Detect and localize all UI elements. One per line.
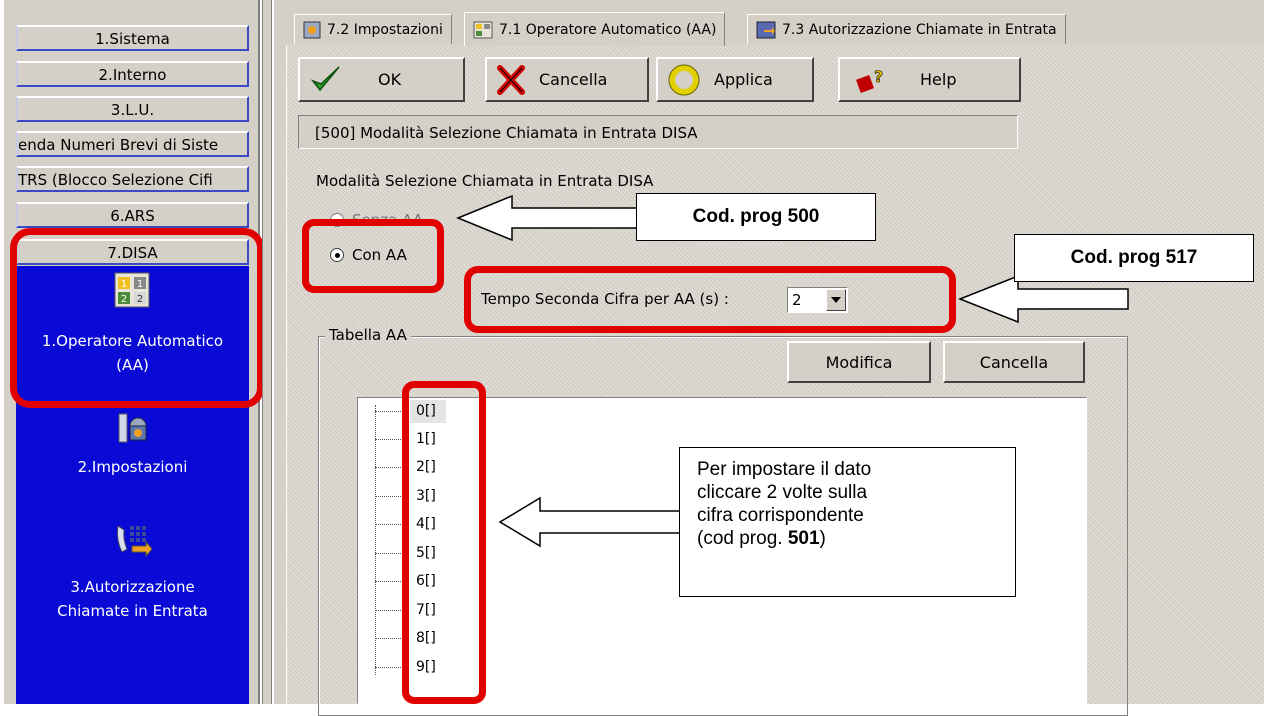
tree-connector (375, 467, 403, 468)
sidebar-item-label: 3.Autorizzazione (70, 578, 195, 596)
ok-button[interactable]: OK (298, 57, 465, 102)
sidebar-item-incoming-calls[interactable]: 3.Autorizzazione Chiamate in Entrata (16, 520, 249, 630)
tree-connector (375, 411, 403, 412)
sidebar-item-label: Chiamate in Entrata (57, 602, 208, 620)
nav-trs[interactable]: TRS (Blocco Selezione Cifi (16, 166, 249, 192)
instruction-prefix: (cod prog. (697, 528, 788, 549)
nav-sistema[interactable]: 1.Sistema (16, 25, 249, 51)
tree-line-vertical (375, 405, 376, 675)
splitter[interactable] (262, 0, 272, 704)
instruction-line: cliccare 2 volte sulla (697, 482, 868, 503)
auto-operator-icon (473, 21, 493, 38)
sidebar-item-settings[interactable]: 2.Impostazioni (16, 410, 249, 490)
mode-label: Modalità Selezione Chiamata in Entrata D… (316, 172, 654, 190)
settings-icon (118, 413, 147, 443)
ok-label: OK (378, 70, 402, 89)
nav-label: enda Numeri Brevi di Siste (18, 136, 219, 154)
tree-connector (375, 524, 403, 525)
nav-ars[interactable]: 6.ARS (16, 202, 249, 228)
nav-label: 1.Sistema (95, 30, 170, 48)
highlight-con-aa (302, 219, 444, 293)
tab-operatore-automatico[interactable]: 7.1 Operatore Automatico (AA) (464, 12, 726, 46)
apply-ring-icon (668, 64, 700, 95)
incoming-call-icon (756, 21, 776, 38)
table-cancel-button[interactable]: Cancella (943, 341, 1085, 383)
incoming-call-icon (117, 525, 152, 558)
instruction-line: (cod prog. 501) (697, 527, 1015, 550)
close-icon (497, 64, 525, 95)
tree-connector (375, 638, 403, 639)
tree-connector (375, 667, 403, 668)
apply-label: Applica (714, 70, 773, 89)
settings-icon (303, 21, 321, 38)
nav-interno[interactable]: 2.Interno (16, 61, 249, 87)
help-label: Help (920, 70, 957, 89)
nav-lu[interactable]: 3.L.U. (16, 96, 249, 122)
tab-label: 7.1 Operatore Automatico (AA) (499, 21, 717, 38)
cancel-button[interactable]: Cancella (485, 57, 649, 102)
modify-label: Modifica (825, 352, 893, 372)
instruction-line: cifra corrispondente (697, 505, 864, 526)
arrow-left-icon (498, 496, 697, 548)
tree-connector (375, 553, 403, 554)
nav-label: 2.Interno (98, 66, 167, 84)
tree-connector (375, 439, 403, 440)
highlight-second-digit (464, 266, 956, 333)
arrow-left-icon (456, 194, 655, 242)
highlight-tree-digits (402, 381, 486, 704)
description-field: [500] Modalità Selezione Chiamata in Ent… (298, 115, 1018, 149)
checkmark-icon (310, 65, 340, 91)
description-text: [500] Modalità Selezione Chiamata in Ent… (315, 124, 698, 142)
help-button[interactable]: ? Help (838, 57, 1021, 102)
sidebar-item-label: 2.Impostazioni (77, 458, 188, 476)
instruction-suffix: ) (819, 528, 826, 549)
nav-numeri-brevi[interactable]: enda Numeri Brevi di Siste (16, 131, 249, 157)
svg-text:?: ? (874, 67, 883, 86)
tab-autorizzazione[interactable]: 7.3 Autorizzazione Chiamate in Entrata (747, 14, 1066, 44)
instruction-line: Per impostare il dato (697, 459, 872, 480)
nav-label: TRS (Blocco Selezione Cifi (18, 171, 213, 189)
nav-label: 3.L.U. (110, 101, 155, 119)
cancel-label: Cancella (539, 70, 608, 89)
highlight-sidebar-item (10, 228, 264, 408)
tree-connector (375, 610, 403, 611)
table-legend: Tabella AA (325, 326, 411, 344)
tab-impostazioni[interactable]: 7.2 Impostazioni (294, 14, 452, 44)
tree-connector (375, 581, 403, 582)
modify-button[interactable]: Modifica (787, 341, 931, 383)
callout-prog-500: Cod. prog 500 (636, 193, 876, 241)
callout-prog-517: Cod. prog 517 (1014, 234, 1254, 282)
tab-label: 7.2 Impostazioni (327, 21, 443, 38)
callout-text: Cod. prog 500 (692, 206, 820, 227)
callout-text: Cod. prog 517 (1070, 247, 1198, 268)
apply-button[interactable]: Applica (656, 57, 814, 102)
tab-label: 7.3 Autorizzazione Chiamate in Entrata (782, 21, 1057, 38)
tree-connector (375, 496, 403, 497)
table-cancel-label: Cancella (979, 352, 1049, 372)
callout-instructions: Per impostare il dato cliccare 2 volte s… (679, 447, 1016, 597)
help-icon: ? (856, 66, 884, 93)
nav-label: 6.ARS (110, 207, 155, 225)
instruction-code: 501 (787, 528, 820, 549)
